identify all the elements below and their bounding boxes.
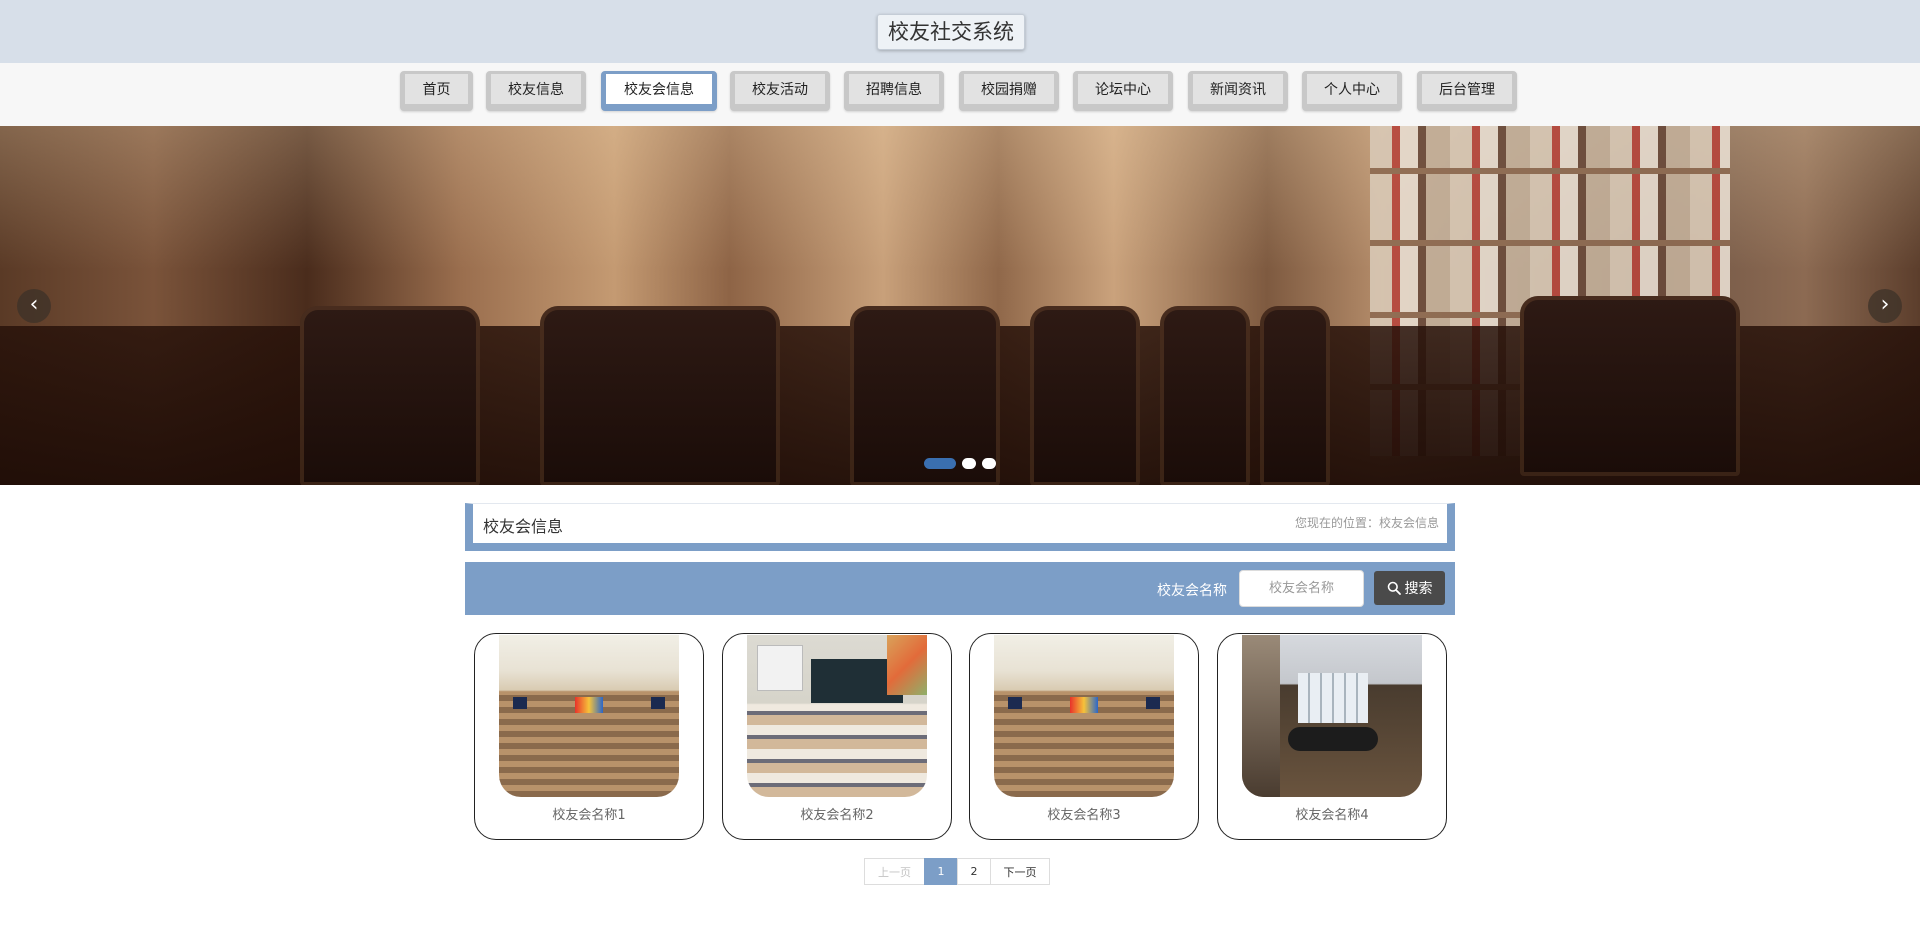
banner-chair (1520, 296, 1740, 476)
nav-item-alumni-association[interactable]: 校友会信息 (601, 71, 717, 111)
carousel-dot-2[interactable] (962, 458, 976, 469)
banner-chair (540, 306, 780, 485)
association-card-image (747, 635, 927, 797)
carousel-next-button[interactable]: › (1868, 289, 1902, 323)
association-card[interactable]: 校友会名称2 (722, 633, 952, 840)
section-header: 校友会信息 您现在的位置：校友会信息 (465, 503, 1455, 551)
association-card-name: 校友会名称4 (1295, 808, 1369, 823)
carousel-indicators (924, 458, 996, 470)
association-card-name: 校友会名称2 (800, 808, 874, 823)
association-card[interactable]: 校友会名称4 (1217, 633, 1447, 840)
nav-item-recruitment[interactable]: 招聘信息 (844, 71, 944, 111)
association-card-image (1242, 635, 1422, 797)
carousel-prev-button[interactable]: ‹ (17, 289, 51, 323)
search-button[interactable]: 搜索 (1374, 571, 1445, 605)
nav-item-donation[interactable]: 校园捐赠 (959, 71, 1059, 111)
nav-item-news[interactable]: 新闻资讯 (1188, 71, 1288, 111)
association-card[interactable]: 校友会名称1 (474, 633, 704, 840)
nav-item-forum[interactable]: 论坛中心 (1073, 71, 1173, 111)
association-card-image (499, 635, 679, 797)
nav-item-profile[interactable]: 个人中心 (1302, 71, 1402, 111)
association-card[interactable]: 校友会名称3 (969, 633, 1199, 840)
search-label: 校友会名称 (1157, 583, 1227, 599)
banner-chair (1160, 306, 1250, 485)
nav-item-alumni-activities[interactable]: 校友活动 (730, 71, 830, 111)
pagination: 上一页 1 2 下一页 (864, 858, 1050, 885)
association-card-name: 校友会名称1 (552, 808, 626, 823)
search-button-label: 搜索 (1404, 581, 1433, 597)
nav-item-alumni-info[interactable]: 校友信息 (486, 71, 586, 111)
prev-page-button[interactable]: 上一页 (864, 858, 925, 885)
main-nav: 首页 校友信息 校友会信息 校友活动 招聘信息 校园捐赠 论坛中心 新闻资讯 个… (0, 63, 1920, 126)
association-card-image (994, 635, 1174, 797)
page-button-1[interactable]: 1 (924, 858, 958, 885)
search-bar: 校友会名称 搜索 (465, 562, 1455, 615)
chevron-left-icon: ‹ (29, 292, 39, 317)
search-input[interactable] (1239, 570, 1364, 607)
site-header: 校友社交系统 (0, 0, 1920, 63)
chevron-right-icon: › (1880, 292, 1890, 317)
page-button-2[interactable]: 2 (957, 858, 991, 885)
section-title: 校友会信息 (483, 517, 564, 536)
breadcrumb: 您现在的位置：校友会信息 (1294, 516, 1439, 530)
nav-item-home[interactable]: 首页 (400, 71, 473, 111)
association-card-name: 校友会名称3 (1047, 808, 1121, 823)
banner-carousel (0, 126, 1920, 485)
banner-chair (300, 306, 480, 485)
carousel-dot-3[interactable] (982, 458, 996, 469)
banner-chair (1260, 306, 1330, 485)
next-page-button[interactable]: 下一页 (990, 858, 1050, 885)
carousel-dot-1[interactable] (924, 458, 956, 469)
banner-chair (1030, 306, 1140, 485)
search-icon (1387, 581, 1401, 595)
site-title: 校友社交系统 (877, 14, 1025, 50)
nav-item-admin[interactable]: 后台管理 (1417, 71, 1517, 111)
